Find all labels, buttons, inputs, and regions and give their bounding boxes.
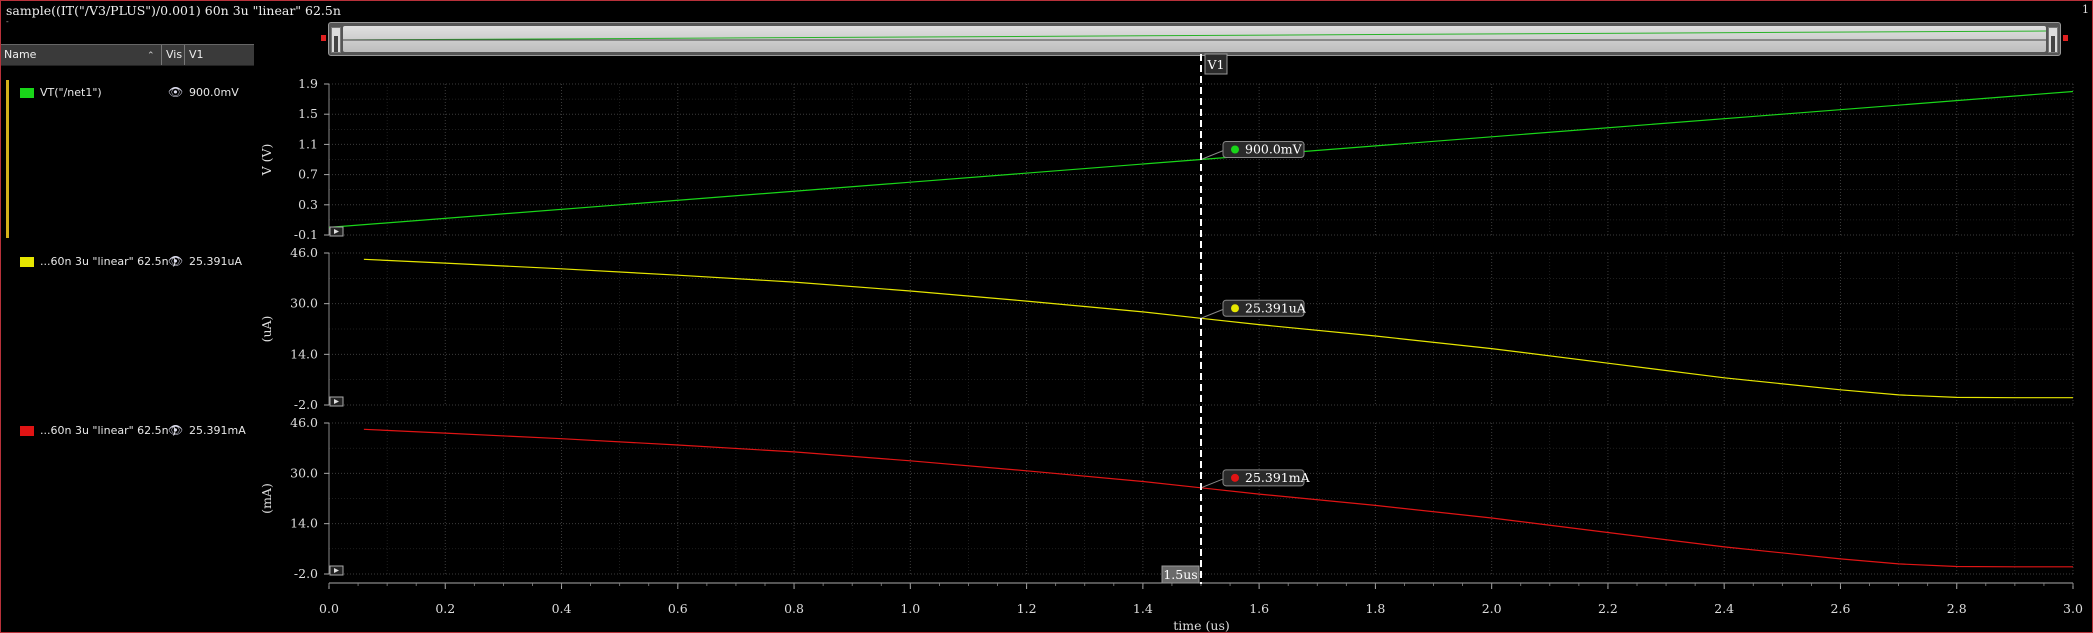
- marker-leader-line: [1200, 307, 1227, 319]
- x-tick-label: 1.4: [1133, 601, 1153, 616]
- trace-line: [363, 258, 2073, 399]
- y-tick-label: 46.0: [290, 415, 318, 430]
- x-tick-label: 2.8: [1947, 601, 1967, 616]
- waveform-viewer-window: sample((IT("/V3/PLUS")/0.001) 60n 3u "li…: [0, 0, 2093, 633]
- y-tick-label: 0.7: [298, 167, 318, 182]
- y-axis-label: (uA): [259, 316, 274, 343]
- marker-readout-value: 25.391mA: [1245, 470, 1311, 485]
- x-tick-label: 3.0: [2063, 601, 2083, 616]
- marker-readout-value: 900.0mV: [1245, 142, 1303, 157]
- marker-readout-value: 25.391uA: [1245, 300, 1307, 315]
- marker-readout-dot: [1231, 145, 1239, 154]
- y-tick-label: -0.1: [294, 227, 318, 242]
- x-tick-label: 2.2: [1598, 601, 1618, 616]
- marker-x-value-label: 1.5us: [1163, 567, 1197, 582]
- y-tick-label: 30.0: [290, 296, 318, 311]
- y-tick-label: 1.9: [298, 76, 318, 91]
- x-tick-label: 0.0: [319, 601, 339, 616]
- y-tick-label: 0.3: [298, 197, 318, 212]
- x-tick-label: 2.0: [1482, 601, 1502, 616]
- x-tick-label: 0.2: [435, 601, 455, 616]
- y-tick-label: 14.0: [290, 516, 318, 531]
- marker-leader-line: [1200, 477, 1227, 489]
- x-axis-label: time (us): [1173, 618, 1229, 633]
- y-axis-label: V (V): [259, 144, 274, 177]
- y-tick-label: 1.1: [298, 136, 318, 151]
- x-tick-label: 1.0: [900, 601, 920, 616]
- marker-readout-dot: [1231, 304, 1239, 313]
- x-tick-label: 1.6: [1249, 601, 1269, 616]
- x-tick-label: 0.4: [552, 601, 572, 616]
- x-tick-label: 2.6: [1831, 601, 1851, 616]
- y-tick-label: 14.0: [290, 346, 318, 361]
- y-tick-label: 30.0: [290, 465, 318, 480]
- x-tick-label: 2.4: [1714, 601, 1734, 616]
- waveform-plot-area[interactable]: 1.9 1.5 1.1 0.7 0.3 -0.1 V (V) 900.0mV 46.0 30.0 1…: [0, 0, 2093, 633]
- x-tick-label: 0.6: [668, 601, 688, 616]
- trace-line: [363, 428, 2073, 568]
- marker-name-label: V1: [1207, 57, 1225, 72]
- y-tick-label: 46.0: [290, 245, 318, 260]
- x-tick-label: 1.2: [1017, 601, 1037, 616]
- y-tick-label: -2.0: [294, 566, 318, 581]
- y-axis-label: (mA): [259, 483, 274, 514]
- y-tick-label: -2.0: [294, 397, 318, 412]
- y-tick-label: 1.5: [298, 106, 318, 121]
- x-tick-label: 1.8: [1365, 601, 1385, 616]
- x-tick-label: 0.8: [784, 601, 804, 616]
- marker-readout-dot: [1231, 473, 1239, 482]
